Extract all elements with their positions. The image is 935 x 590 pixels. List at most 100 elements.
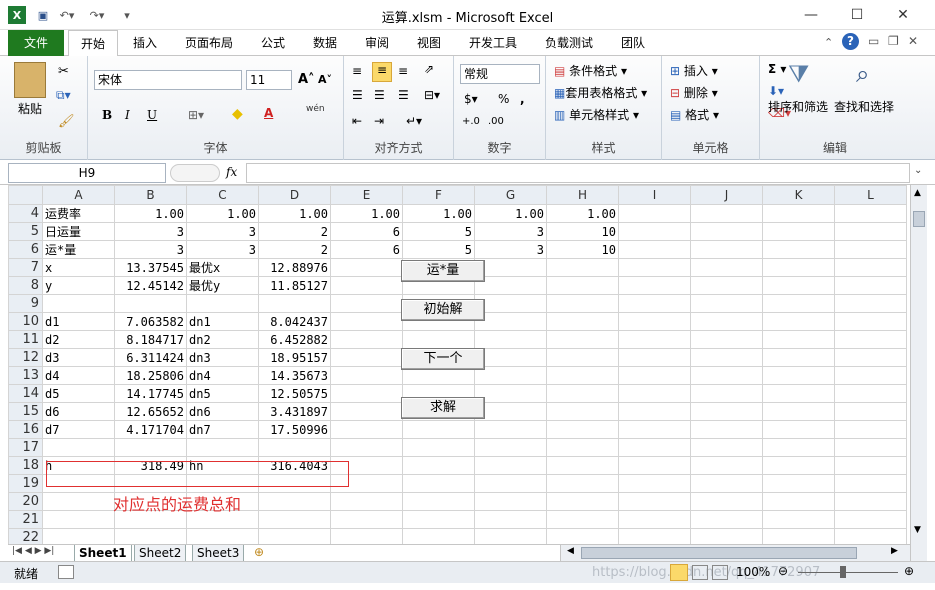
cell[interactable]: dn7 — [186, 420, 259, 439]
cell[interactable] — [330, 294, 403, 313]
cell[interactable] — [546, 312, 619, 331]
cell[interactable]: 1.00 — [258, 204, 331, 223]
cell[interactable] — [114, 294, 187, 313]
cell[interactable] — [474, 420, 547, 439]
text-orientation-icon[interactable]: ⇗ — [424, 62, 434, 76]
cell[interactable] — [762, 240, 835, 259]
align-top-icon[interactable]: ≡ — [352, 64, 362, 78]
cell[interactable] — [834, 312, 907, 331]
cell[interactable] — [690, 402, 763, 421]
page-layout-view-icon[interactable] — [692, 565, 708, 580]
cell[interactable] — [546, 402, 619, 421]
cell[interactable] — [474, 276, 547, 295]
cell[interactable] — [546, 294, 619, 313]
row-header[interactable]: 15 — [8, 402, 43, 421]
percent-icon[interactable]: % — [498, 92, 509, 106]
cell[interactable] — [690, 366, 763, 385]
decrease-indent-icon[interactable]: ⇤ — [352, 114, 362, 128]
cell[interactable] — [546, 366, 619, 385]
column-header[interactable]: H — [546, 185, 619, 205]
sort-filter-button[interactable]: 排序和筛选 — [768, 98, 828, 115]
cell[interactable] — [690, 330, 763, 349]
cell[interactable]: 10 — [546, 222, 619, 241]
cell[interactable]: 1.00 — [546, 204, 619, 223]
row-header[interactable]: 18 — [8, 456, 43, 475]
format-painter-icon[interactable]: 🖌 — [58, 114, 75, 129]
cell[interactable] — [762, 222, 835, 241]
cell[interactable] — [474, 294, 547, 313]
tab-data[interactable]: 数据 — [304, 30, 346, 56]
cell[interactable]: 3 — [186, 222, 259, 241]
find-select-button[interactable]: 查找和选择 — [834, 98, 894, 115]
wrap-text-icon[interactable]: ↵▾ — [406, 114, 422, 128]
align-center-icon[interactable]: ☰ — [374, 88, 385, 102]
paste-icon[interactable] — [14, 62, 46, 98]
cell[interactable] — [186, 528, 259, 545]
cell[interactable] — [474, 456, 547, 475]
cell[interactable]: dn6 — [186, 402, 259, 421]
cell[interactable] — [474, 330, 547, 349]
cell[interactable] — [762, 348, 835, 367]
row-header[interactable]: 11 — [8, 330, 43, 349]
cell[interactable] — [618, 474, 691, 493]
cell[interactable]: 2 — [258, 222, 331, 241]
cell[interactable] — [330, 276, 403, 295]
cell[interactable] — [762, 366, 835, 385]
cell-styles-button[interactable]: ▥ 单元格样式 ▾ — [554, 106, 639, 123]
cell[interactable] — [474, 384, 547, 403]
cell[interactable] — [474, 438, 547, 457]
row-header[interactable]: 20 — [8, 492, 43, 511]
cell[interactable] — [618, 366, 691, 385]
scroll-thumb[interactable] — [913, 211, 925, 227]
cell[interactable] — [690, 240, 763, 259]
cell[interactable] — [330, 312, 403, 331]
cell[interactable]: 18.95157 — [258, 348, 331, 367]
format-as-table-button[interactable]: ▦套用表格格式 ▾ — [554, 84, 647, 101]
font-color-icon[interactable]: A — [264, 106, 273, 120]
cell[interactable]: 12.65652 — [114, 402, 187, 421]
cell[interactable] — [690, 294, 763, 313]
solve-button[interactable]: 求解 — [401, 397, 485, 419]
cell[interactable] — [762, 294, 835, 313]
cell[interactable] — [402, 330, 475, 349]
insert-sheet-icon[interactable]: ⊕ — [254, 545, 264, 559]
cell[interactable]: 18.25806 — [114, 366, 187, 385]
fill-color-icon[interactable]: ◆ — [232, 106, 243, 122]
grow-font-icon[interactable]: A˄ — [298, 72, 315, 87]
row-header[interactable]: 12 — [8, 348, 43, 367]
cell[interactable] — [546, 474, 619, 493]
delete-cells-button[interactable]: ⊟ 删除 ▾ — [670, 84, 718, 101]
column-header[interactable]: K — [762, 185, 835, 205]
cell[interactable] — [618, 384, 691, 403]
cell[interactable] — [618, 276, 691, 295]
tab-file[interactable]: 文件 — [8, 30, 64, 56]
fill-icon[interactable]: ⬇▾ — [768, 84, 784, 98]
sheet-nav-icon[interactable]: |◀ ◀ ▶ ▶| — [12, 546, 54, 556]
cell[interactable]: 4.171704 — [114, 420, 187, 439]
number-format-select[interactable]: 常规 — [460, 64, 540, 84]
phonetic-button[interactable]: wén — [306, 104, 325, 114]
cell[interactable] — [690, 258, 763, 277]
cell[interactable] — [330, 420, 403, 439]
cell[interactable] — [834, 420, 907, 439]
cell[interactable]: 3 — [114, 222, 187, 241]
cell[interactable]: y — [42, 276, 115, 295]
cell[interactable]: 6 — [330, 240, 403, 259]
cell[interactable] — [834, 438, 907, 457]
cell[interactable] — [834, 222, 907, 241]
cell[interactable] — [618, 258, 691, 277]
cell[interactable]: dn5 — [186, 384, 259, 403]
tab-team[interactable]: 团队 — [612, 30, 654, 56]
cell[interactable] — [690, 312, 763, 331]
cell[interactable] — [402, 510, 475, 529]
cell[interactable] — [546, 420, 619, 439]
select-all-corner[interactable] — [8, 185, 43, 205]
cell[interactable] — [690, 348, 763, 367]
cell[interactable]: 3 — [474, 222, 547, 241]
compute-button[interactable]: 运*量 — [401, 260, 485, 282]
cell[interactable] — [402, 474, 475, 493]
decrease-decimal-icon[interactable]: .00 — [488, 116, 504, 127]
row-header[interactable]: 17 — [8, 438, 43, 457]
bold-button[interactable]: B — [102, 108, 112, 122]
cell[interactable]: 13.37545 — [114, 258, 187, 277]
